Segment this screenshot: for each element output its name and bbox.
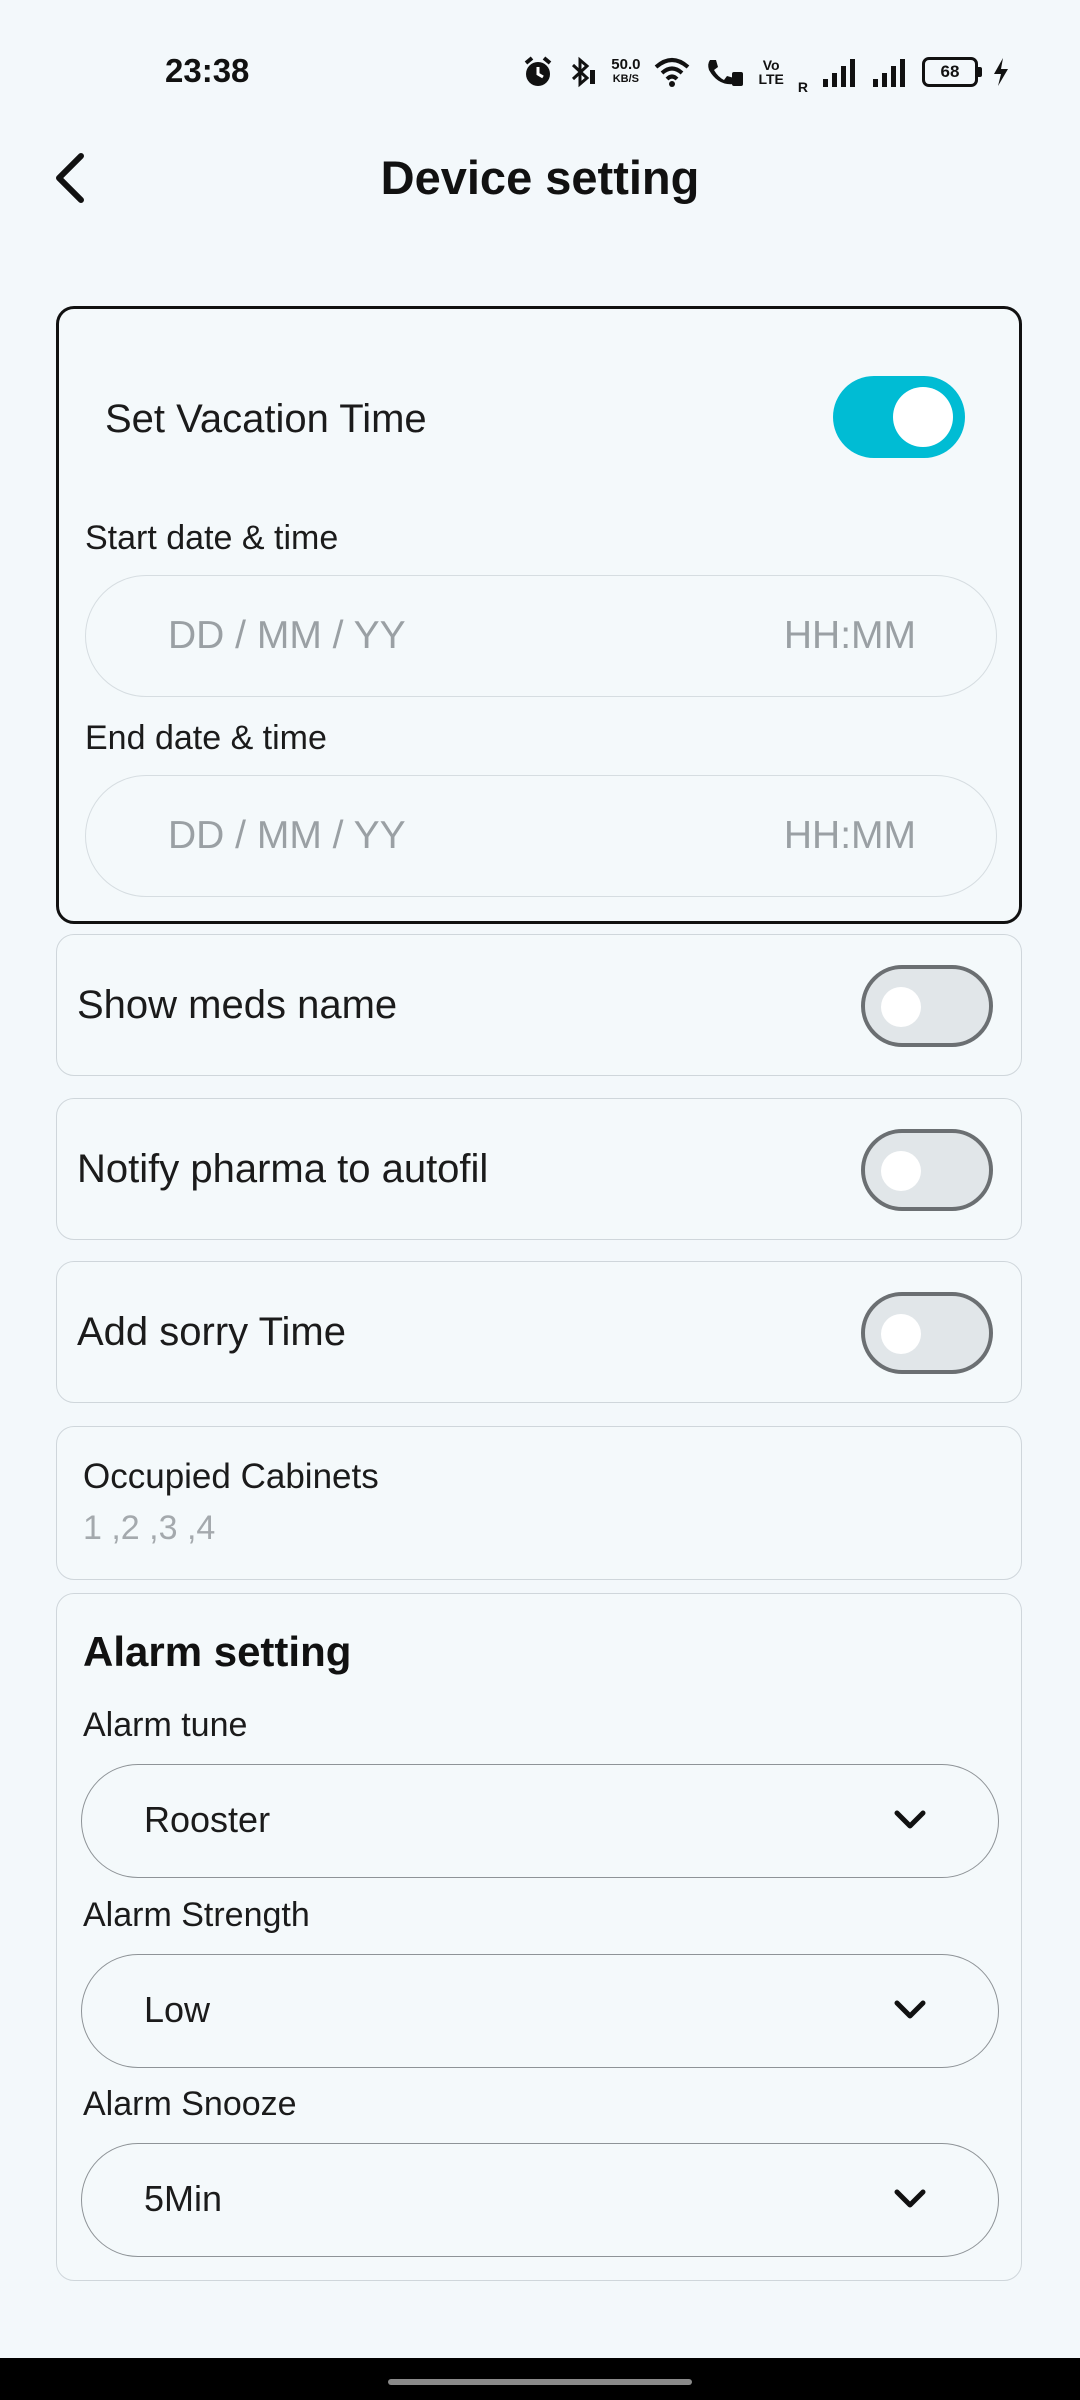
vacation-time-toggle[interactable] — [833, 376, 965, 458]
chevron-down-icon — [894, 2000, 926, 2019]
alarm-tune-value: Rooster — [144, 1799, 271, 1840]
start-date-input[interactable]: DD / MM / YY — [168, 614, 406, 658]
alarm-snooze-select[interactable]: 5Min — [81, 2143, 999, 2257]
battery-indicator: 68 — [922, 57, 982, 87]
toggle-knob — [881, 1314, 921, 1354]
end-time-input[interactable]: HH:MM — [784, 814, 916, 858]
alarm-setting-card: Alarm setting Alarm tune Rooster Alarm S… — [56, 1593, 1022, 2281]
alarm-icon — [524, 56, 552, 86]
alarm-snooze-label: Alarm Snooze — [83, 2085, 297, 2123]
alarm-tune-select[interactable]: Rooster — [81, 1764, 999, 1878]
alarm-strength-value: Low — [144, 1989, 211, 2030]
bluetooth-icon — [572, 56, 596, 88]
vacation-time-label: Set Vacation Time — [105, 397, 427, 441]
notify-pharma-toggle[interactable] — [861, 1129, 993, 1211]
charging-icon — [994, 58, 1008, 86]
end-date-label: End date & time — [85, 719, 327, 757]
status-icons: 50.0 KB/S Vo LTE R 68 — [523, 50, 1010, 94]
network-speed: 50.0 KB/S — [611, 56, 641, 85]
toggle-knob — [881, 987, 921, 1027]
occupied-cabinets-card: Occupied Cabinets 1 ,2 ,3 ,4 — [56, 1426, 1022, 1580]
signal-icon — [873, 59, 905, 87]
notify-pharma-card: Notify pharma to autofil — [56, 1098, 1022, 1240]
alarm-strength-select[interactable]: Low — [81, 1954, 999, 2068]
start-datetime-field[interactable]: DD / MM / YY HH:MM — [85, 575, 997, 697]
chevron-down-icon — [894, 2189, 926, 2208]
wifi-call-icon — [708, 60, 744, 86]
status-time: 23:38 — [165, 52, 250, 89]
end-datetime-field[interactable]: DD / MM / YY HH:MM — [85, 775, 997, 897]
page-title: Device setting — [380, 151, 700, 204]
occupied-cabinets-value: 1 ,2 ,3 ,4 — [83, 1509, 216, 1547]
notify-pharma-label: Notify pharma to autofil — [77, 1147, 489, 1191]
toggle-knob — [893, 387, 953, 447]
vacation-time-card: Set Vacation Time Start date & time DD /… — [56, 306, 1022, 924]
add-sorry-time-card: Add sorry Time — [56, 1261, 1022, 1403]
chevron-down-icon — [894, 1810, 926, 1829]
volte-indicator: Vo LTE — [758, 57, 784, 87]
alarm-strength-label: Alarm Strength — [83, 1896, 310, 1934]
roaming-indicator: R — [797, 79, 808, 95]
occupied-cabinets-label: Occupied Cabinets — [83, 1457, 379, 1496]
alarm-setting-title: Alarm setting — [83, 1628, 352, 1675]
home-gesture-handle[interactable] — [388, 2379, 692, 2385]
alarm-tune-label: Alarm tune — [83, 1706, 248, 1744]
status-bar: 23:38 50.0 KB/S Vo LTE R 68 — [0, 0, 1080, 140]
alarm-snooze-value: 5Min — [144, 2178, 223, 2219]
signal-icon — [823, 59, 855, 87]
wifi-icon — [655, 58, 690, 87]
start-time-input[interactable]: HH:MM — [784, 614, 916, 658]
add-sorry-time-toggle[interactable] — [861, 1292, 993, 1374]
end-date-input[interactable]: DD / MM / YY — [168, 814, 406, 858]
toggle-knob — [881, 1151, 921, 1191]
show-meds-name-card: Show meds name — [56, 934, 1022, 1076]
add-sorry-time-label: Add sorry Time — [77, 1310, 346, 1354]
show-meds-name-label: Show meds name — [77, 983, 398, 1027]
show-meds-name-toggle[interactable] — [861, 965, 993, 1047]
start-date-label: Start date & time — [85, 519, 339, 557]
